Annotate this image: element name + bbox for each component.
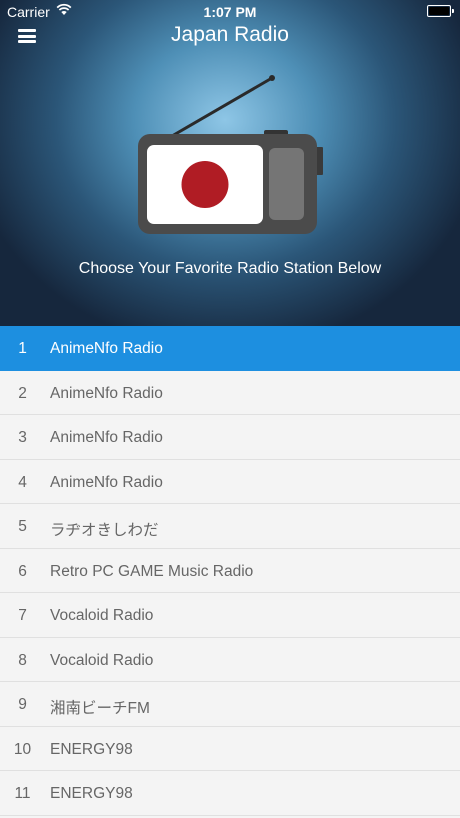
station-row[interactable]: 2 AnimeNfo Radio	[0, 371, 460, 415]
station-name: AnimeNfo Radio	[50, 384, 163, 402]
station-name: ENERGY98	[50, 785, 133, 802]
station-row[interactable]: 3 AnimeNfo Radio	[0, 415, 460, 460]
station-row[interactable]: 7 Vocaloid Radio	[0, 593, 460, 638]
station-name: AnimeNfo Radio	[50, 429, 163, 446]
station-name: Vocaloid Radio	[50, 607, 154, 624]
status-bar: Carrier 1:07 PM	[0, 0, 460, 22]
station-row[interactable]: 4 AnimeNfo Radio	[0, 460, 460, 504]
station-number: 9	[18, 696, 27, 713]
station-number: 6	[18, 562, 27, 580]
station-number: 4	[18, 473, 27, 491]
battery-icon	[427, 5, 454, 17]
station-number: 5	[18, 518, 27, 535]
station-name: AnimeNfo Radio	[50, 340, 163, 357]
station-row[interactable]: 11 ENERGY98	[0, 771, 460, 816]
hero-subtitle: Choose Your Favorite Radio Station Below	[78, 260, 382, 277]
station-name: ENERGY98	[50, 740, 133, 758]
station-list: 1 AnimeNfo Radio 2 AnimeNfo Radio 3 Anim…	[0, 326, 460, 818]
radio-illustration	[138, 75, 323, 234]
station-row[interactable]: 10 ENERGY98	[0, 727, 460, 771]
station-name: Vocaloid Radio	[50, 651, 154, 669]
station-number: 2	[18, 384, 27, 402]
station-number: 7	[18, 607, 27, 624]
station-number: 11	[14, 785, 31, 802]
hero-banner: Carrier 1:07 PM Japan Radio Choose Your …	[0, 0, 460, 326]
antenna	[171, 76, 273, 138]
station-name: AnimeNfo Radio	[50, 473, 163, 491]
station-number: 10	[13, 740, 32, 758]
station-number: 8	[18, 651, 27, 669]
speaker-panel	[269, 148, 304, 220]
station-number: 1	[18, 340, 27, 357]
station-row[interactable]: 9 湘南ビーチFM	[0, 682, 460, 727]
station-row[interactable]: 1 AnimeNfo Radio	[0, 326, 460, 371]
station-row[interactable]: 6 Retro PC GAME Music Radio	[0, 549, 460, 593]
page-title: Japan Radio	[171, 23, 289, 46]
flag-sun	[181, 161, 229, 208]
station-row[interactable]: 8 Vocaloid Radio	[0, 638, 460, 682]
station-row[interactable]: 5 ラヂオきしわだ	[0, 504, 460, 549]
station-number: 3	[18, 429, 27, 446]
station-name: Retro PC GAME Music Radio	[50, 562, 254, 580]
clock: 1:07 PM	[203, 4, 257, 20]
station-name: 湘南ビーチFM	[50, 700, 150, 717]
station-name: ラヂオきしわだ	[50, 522, 159, 539]
